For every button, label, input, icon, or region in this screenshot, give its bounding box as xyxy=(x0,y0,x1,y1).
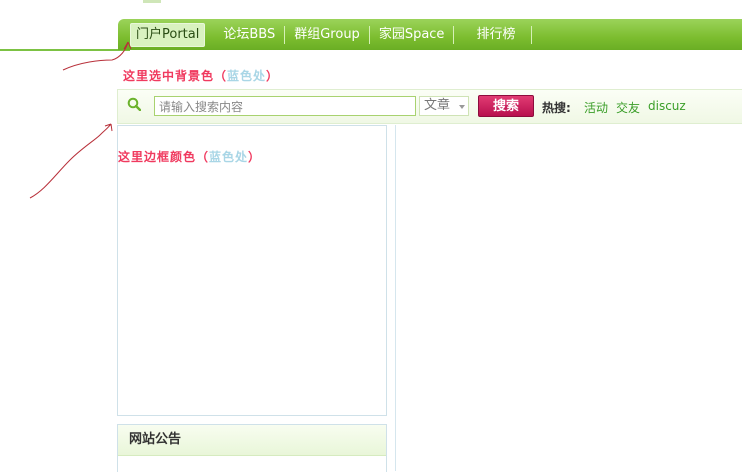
annotation-arrows xyxy=(29,41,132,199)
arrow-to-searchbar xyxy=(29,123,113,199)
arrow-to-nav xyxy=(62,41,132,71)
